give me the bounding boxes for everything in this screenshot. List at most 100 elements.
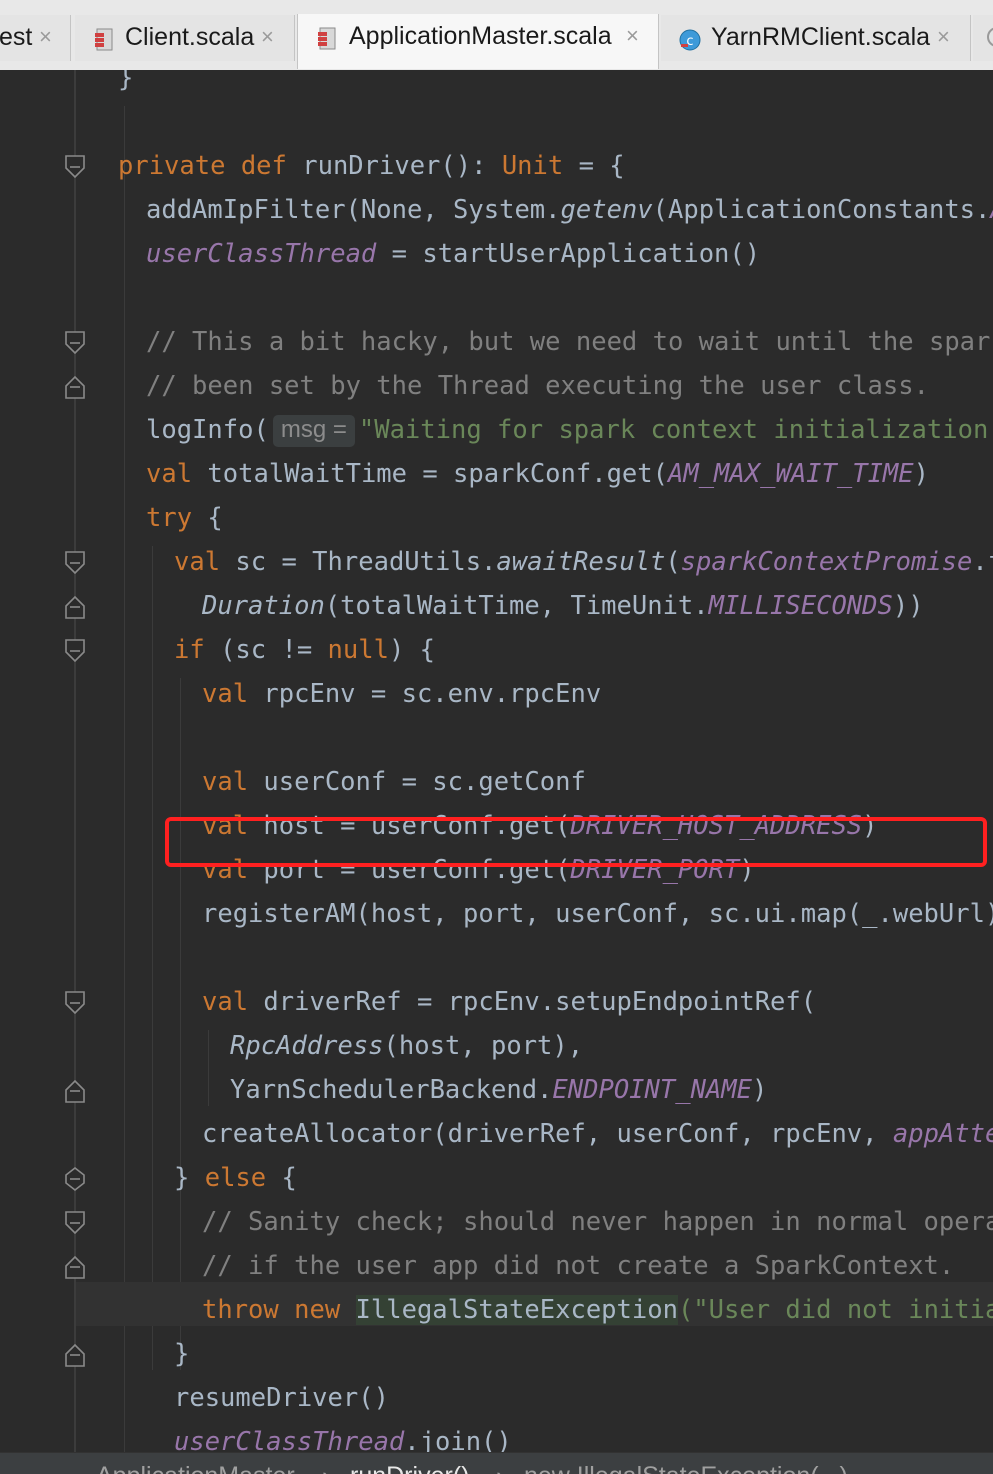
breadcrumb-item[interactable]: ApplicationMaster [96, 1462, 295, 1474]
indent-guide [180, 678, 181, 1370]
fold-toggle-icon[interactable] [64, 154, 86, 180]
code-token: getenv [560, 195, 653, 225]
code-line: } [174, 1332, 189, 1376]
indent-guide [124, 106, 125, 1452]
highlight-annotation-box [165, 817, 987, 867]
code-token: } [118, 70, 134, 93]
scala-class-icon: c [679, 29, 701, 51]
code-token: else [204, 1163, 267, 1193]
scala-file-icon [95, 28, 113, 51]
scala-file-icon [318, 27, 336, 50]
code-token: ( [665, 547, 681, 577]
code-token: resumeDriver() [174, 1383, 389, 1413]
code-token: val [146, 459, 208, 489]
code-token: MILLISECONDS [708, 591, 893, 621]
fold-end-icon[interactable] [64, 1342, 86, 1368]
code-token: = startUserApplication() [376, 239, 761, 269]
code-token: val [174, 547, 236, 577]
code-token: Unit [501, 151, 564, 181]
code-line: private def runDriver(): Unit = { [118, 144, 625, 188]
tab-test[interactable]: est × [0, 15, 71, 61]
code-token: addAmIpFilter(None, System. [146, 195, 561, 225]
fold-toggle-icon[interactable] [64, 1210, 86, 1236]
code-line: val driverRef = rpcEnv.setupEndpointRef( [202, 980, 816, 1024]
tab-label: YarnRMClient.scala [711, 23, 931, 51]
code-line: logInfo(msg = "Waiting for spark context … [146, 408, 993, 452]
code-line: // been set by the Thread executing the … [146, 364, 929, 408]
code-token: IllegalStateException [355, 1295, 678, 1325]
code-token: ENDPOINT_NAME [552, 1075, 752, 1105]
code-line: Duration(totalWaitTime, TimeUnit.MILLISE… [202, 584, 924, 628]
tab-close-icon[interactable]: × [39, 24, 52, 50]
tab-close-icon[interactable]: × [261, 24, 274, 50]
code-token: } [174, 1163, 205, 1193]
code-line: } else { [174, 1156, 297, 1200]
breadcrumb-separator: › [322, 1462, 330, 1474]
tab-yarnrmclient-scala[interactable]: c YarnRMClient.scala × [661, 15, 971, 61]
indent-guide [208, 1030, 209, 1106]
code-token: ("User did not initialize spark context!… [677, 1295, 993, 1325]
fold-end-icon[interactable] [64, 374, 86, 400]
code-token: (ApplicationConstants. [652, 195, 991, 225]
code-line: // Sanity check; should never happen in … [202, 1200, 993, 1244]
code-token: logInfo( [146, 415, 269, 445]
tab-label: Client.scala [125, 23, 255, 51]
tab-applicationmaster-scala[interactable]: ApplicationMaster.scala × [297, 14, 659, 69]
code-token: appAttemptId [892, 1119, 993, 1149]
code-token: AM_MAX_WAIT_TIME [668, 459, 914, 489]
fold-toggle-icon[interactable] [64, 638, 86, 664]
code-token: userClassThread [174, 1427, 405, 1452]
code-token: val [202, 987, 264, 1017]
breadcrumb-separator: › [496, 1462, 504, 1474]
code-line: val rpcEnv = sc.env.rpcEnv [202, 672, 601, 716]
code-line: userClassThread = startUserApplication() [146, 232, 760, 276]
parameter-hint: msg = [272, 415, 355, 447]
code-token: (totalWaitTime, TimeUnit. [324, 591, 709, 621]
breadcrumb-item[interactable]: new IllegalStateException(...) [524, 1462, 848, 1474]
code-token: rpcEnv = sc.env.rpcEnv [263, 679, 602, 709]
code-token: userConf = sc.getConf [263, 767, 586, 797]
fold-toggle-icon[interactable] [64, 330, 86, 356]
tab-client-scala[interactable]: Client.scala × [75, 15, 295, 61]
gutter-divider [74, 70, 76, 1452]
code-token: // Sanity check; should never happen in … [202, 1207, 993, 1237]
fold-end-icon[interactable] [64, 1078, 86, 1104]
code-line: YarnSchedulerBackend.ENDPOINT_NAME) [230, 1068, 767, 1112]
tab-close-icon[interactable]: × [626, 23, 639, 49]
fold-toggle-icon[interactable] [64, 990, 86, 1016]
code-line: // This a bit hacky, but we need to wait… [146, 320, 993, 364]
tab-overflow[interactable] [973, 15, 993, 61]
code-token: totalWaitTime = sparkConf.get( [207, 459, 668, 489]
fold-toggle-icon[interactable] [64, 1166, 86, 1192]
code-token: (host, port), [383, 1031, 584, 1061]
code-line: val userConf = sc.getConf [202, 760, 586, 804]
fold-end-icon[interactable] [64, 1254, 86, 1280]
code-token: )) [892, 591, 924, 621]
code-line: } [118, 70, 133, 100]
code-token: // This a bit hacky, but we need to wait… [146, 327, 993, 357]
fold-end-icon[interactable] [64, 594, 86, 620]
code-token: throw new [202, 1295, 356, 1325]
code-line: try { [146, 496, 223, 540]
tab-label: est [0, 23, 33, 51]
code-token: createAllocator(driverRef, userConf, rpc… [202, 1119, 893, 1149]
code-editor[interactable]: } private def runDriver(): Unit = {addAmI… [0, 70, 993, 1452]
code-token: try [146, 503, 193, 533]
code-line: RpcAddress(host, port), [230, 1024, 583, 1068]
code-token: userClassThread [146, 239, 377, 269]
tab-close-icon[interactable]: × [937, 24, 950, 50]
code-token: sc = ThreadUtils. [235, 547, 497, 577]
indent-guide [152, 546, 153, 1370]
code-token: } [174, 1339, 190, 1369]
code-token: // been set by the Thread executing the … [146, 371, 929, 401]
code-token: ) { [388, 635, 436, 665]
breadcrumb-item[interactable]: runDriver() [350, 1462, 469, 1474]
code-line: addAmIpFilter(None, System.getenv(Applic… [146, 188, 993, 232]
fold-toggle-icon[interactable] [64, 550, 86, 576]
code-token: runDriver(): [302, 151, 502, 181]
code-token: YarnSchedulerBackend. [230, 1075, 553, 1105]
code-line: userClassThread.join() [174, 1420, 512, 1452]
code-token: val [202, 767, 264, 797]
code-line: resumeDriver() [174, 1376, 389, 1420]
code-token: { [266, 1163, 297, 1193]
